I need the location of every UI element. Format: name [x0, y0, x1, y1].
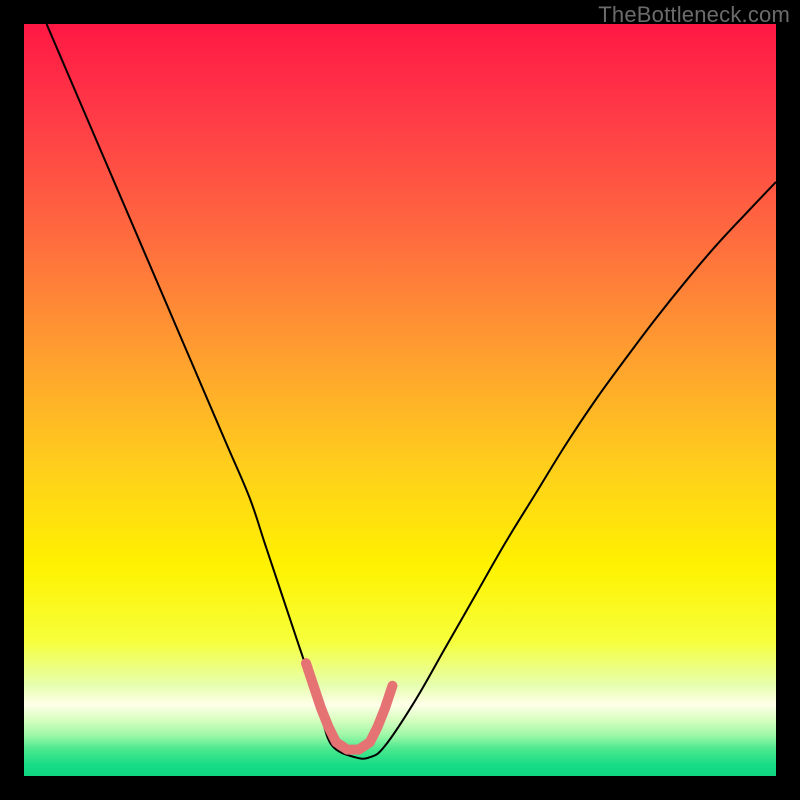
optimal-marker: [306, 663, 392, 749]
plot-area: [24, 24, 776, 776]
bottleneck-curve: [47, 24, 776, 759]
chart-frame: TheBottleneck.com: [0, 0, 800, 800]
watermark-text: TheBottleneck.com: [598, 2, 790, 28]
curve-layer: [24, 24, 776, 776]
